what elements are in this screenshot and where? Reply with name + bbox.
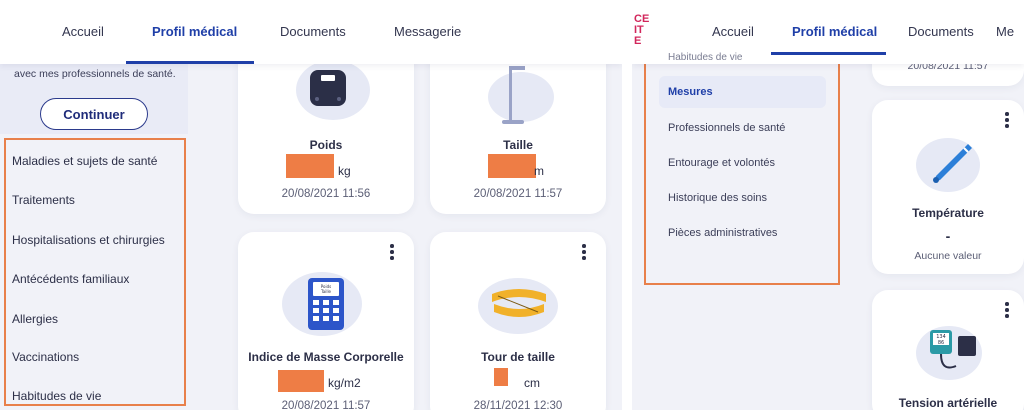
card-title: Tour de taille [481,350,555,364]
active-tab-indicator [126,61,254,64]
left-screenshot: Accueil Profil médical Documents Message… [0,0,622,410]
measure-card-imc[interactable]: Poids Taille Indice de Masse Corporelle … [238,232,414,410]
submenu-item-pieces[interactable]: Pièces administratives [668,227,777,239]
sidebar-item-antecedents[interactable]: Antécédents familiaux [12,272,129,286]
redacted-value [286,154,334,178]
svg-text:Taille: Taille [320,289,332,294]
submenu-item-entourage[interactable]: Entourage et volontés [668,157,775,169]
redacted-value [494,368,508,386]
tab-profil-medical[interactable]: Profil médical [152,24,237,39]
more-options-icon[interactable] [1004,302,1010,320]
more-options-icon[interactable] [581,244,587,262]
card-value: - [945,228,951,244]
tab-accueil[interactable]: Accueil [62,24,104,39]
sidebar-item-allergies[interactable]: Allergies [12,312,58,326]
card-date: 20/08/2021 11:57 [473,188,563,200]
app-logo[interactable]: CE ITE [634,14,650,47]
sidebar-item-traitements[interactable]: Traitements [12,193,75,207]
redacted-value [278,370,324,392]
tab-messagerie[interactable]: Messagerie [394,24,461,39]
blood-pressure-monitor-icon: 134 86 [930,330,976,369]
tab-accueil[interactable]: Accueil [712,24,754,39]
measure-card-tour-de-taille[interactable]: Tour de taille cm 28/11/2021 12:30 [430,232,606,410]
card-unit: kg/m2 [328,376,361,390]
more-options-icon[interactable] [1004,112,1010,130]
sidebar-item-habitudes[interactable]: Habitudes de vie [12,389,101,403]
calculator-icon: Poids Taille [308,278,344,330]
panel-separator [622,0,632,410]
tab-documents[interactable]: Documents [908,24,974,39]
measure-card-temperature[interactable]: Température - Aucune valeur [872,100,1024,274]
card-title: Tension artérielle [898,396,998,410]
redacted-value [488,154,536,178]
tab-profil-medical[interactable]: Profil médical [792,24,877,39]
sidebar-item-hospitalisations[interactable]: Hospitalisations et chirurgies [12,233,165,247]
tab-documents[interactable]: Documents [280,24,346,39]
active-tab-indicator [771,52,886,55]
card-empty-value: Aucune valeur [914,250,982,262]
sidebar-item-vaccinations[interactable]: Vaccinations [12,350,79,364]
card-title: Taille [503,138,533,152]
sidebar-item-maladies[interactable]: Maladies et sujets de santé [12,154,157,168]
card-title: Indice de Masse Corporelle [248,350,404,364]
measure-card-poids[interactable]: Poids kg 20/08/2021 11:56 [238,40,414,214]
submenu-item-professionnels[interactable]: Professionnels de santé [668,122,785,134]
scale-icon [310,70,346,106]
height-gauge-icon [502,66,525,124]
card-date: 20/08/2021 11:56 [281,188,371,200]
card-date: 28/11/2021 12:30 [473,400,563,410]
card-title: Température [912,206,984,220]
card-unit: m [534,164,544,178]
top-navigation: Accueil Profil médical Documents Message… [0,0,622,64]
svg-text:86: 86 [938,340,944,346]
continue-button[interactable]: Continuer [40,98,148,130]
thermometer-icon [933,144,972,183]
more-options-icon[interactable] [389,244,395,262]
card-unit: cm [524,376,540,390]
measure-card-tension-arterielle[interactable]: 134 86 Tension artérielle [872,290,1024,410]
measure-card-taille[interactable]: Taille m 20/08/2021 11:57 [430,40,606,214]
tape-measure-icon [492,289,546,317]
tab-messagerie-partial[interactable]: Me [996,24,1014,39]
intro-text: avec mes professionnels de santé. [14,68,176,80]
card-title: Poids [309,138,343,152]
submenu-item-historique[interactable]: Historique des soins [668,192,767,204]
card-unit: kg [338,164,351,178]
submenu-header: Habitudes de vie [668,52,743,63]
submenu-item-mesures[interactable]: Mesures [668,86,713,98]
card-date: 20/08/2021 11:57 [281,400,371,410]
